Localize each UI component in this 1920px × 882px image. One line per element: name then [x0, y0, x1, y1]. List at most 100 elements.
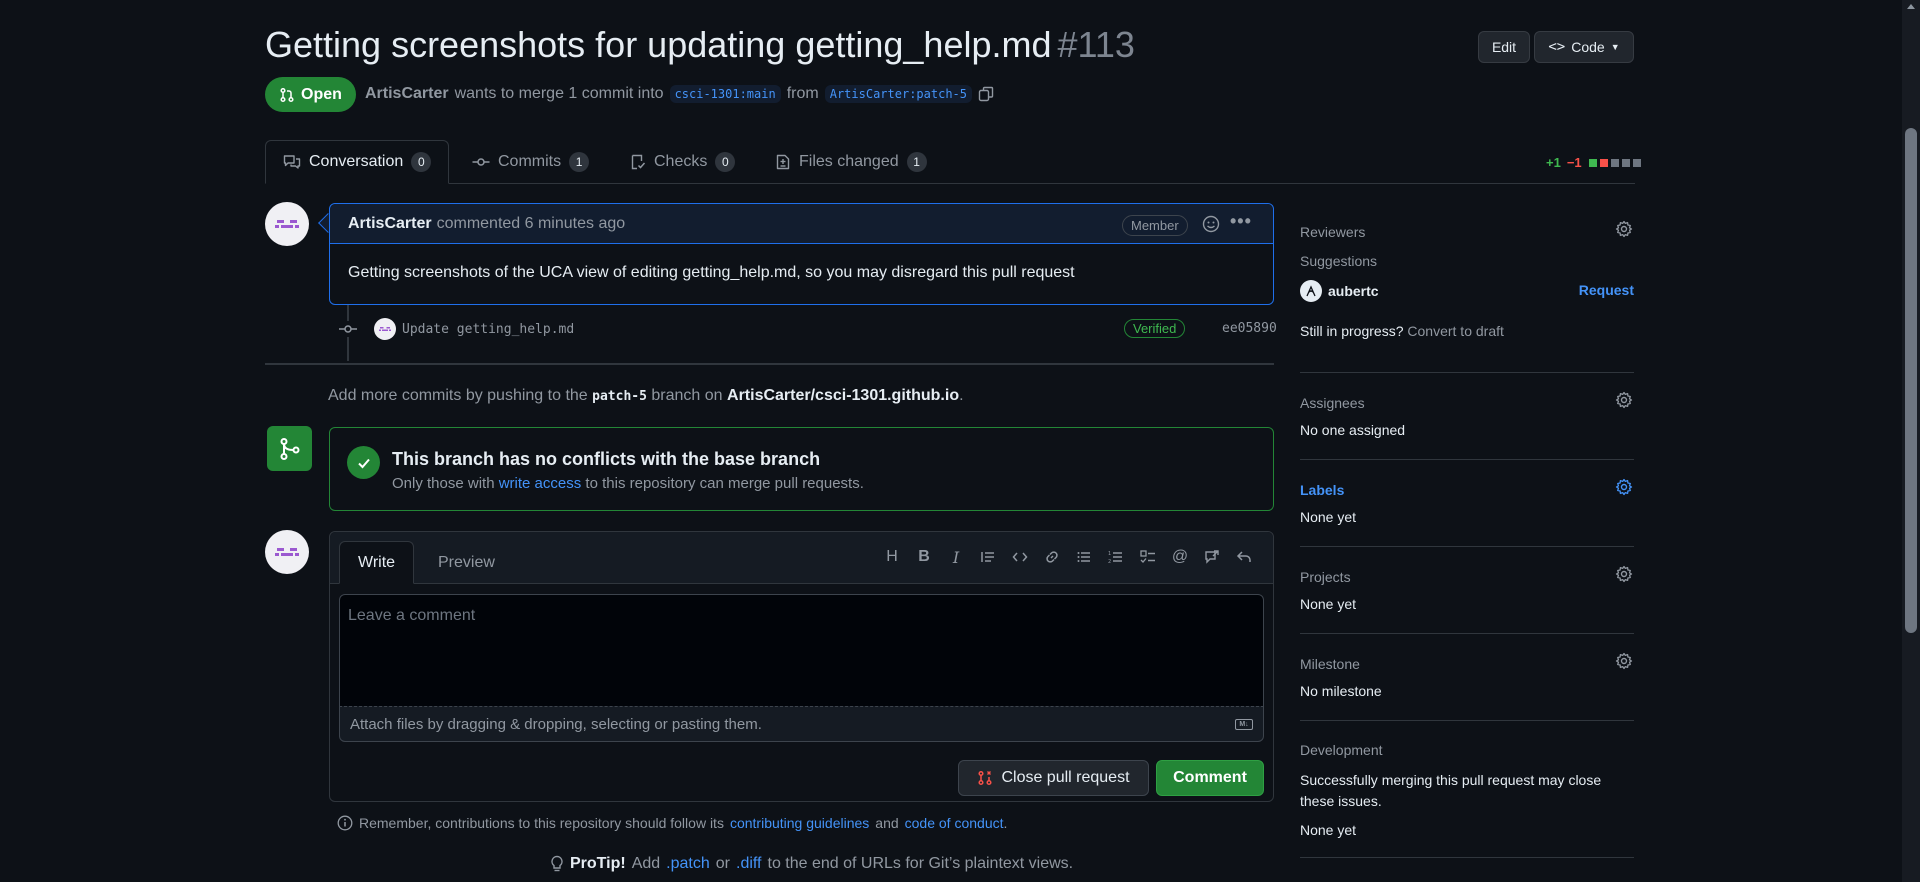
diffstat-block-deleted — [1599, 158, 1608, 167]
avatar[interactable] — [265, 202, 309, 246]
commit-sha-link[interactable]: ee05890 — [1222, 321, 1277, 336]
smiley-icon[interactable] — [1202, 215, 1220, 233]
comment-author[interactable]: ArtisCarter — [348, 215, 432, 233]
patch-link[interactable]: .patch — [666, 855, 710, 873]
merge-sub-prefix: Only those with — [392, 475, 495, 492]
scroll-up-arrow-icon[interactable] — [1907, 4, 1915, 9]
contribution-reminder: Remember, contributions to this reposito… — [337, 815, 1007, 831]
current-user-avatar[interactable] — [265, 530, 309, 574]
identicon-icon — [275, 220, 299, 228]
gear-icon[interactable] — [1615, 220, 1633, 238]
pr-title: Getting screenshots for updating getting… — [265, 24, 1135, 66]
protip-or: or — [715, 855, 730, 872]
tab-conversation[interactable]: Conversation 0 — [265, 140, 450, 184]
comment-timestamp[interactable]: commented 6 minutes ago — [437, 215, 626, 233]
comment-body: Getting screenshots of the UCA view of e… — [348, 264, 1075, 281]
unordered-list-icon[interactable] — [1073, 546, 1095, 568]
reply-icon[interactable] — [1233, 546, 1255, 568]
commit-avatar[interactable] — [374, 318, 396, 340]
merge-box: This branch has no conflicts with the ba… — [329, 427, 1274, 511]
kebab-horizontal-icon[interactable]: ••• — [1230, 211, 1252, 232]
markdown-icon[interactable]: M↓ — [1235, 719, 1253, 730]
merge-text: wants to merge 1 commit into — [454, 85, 664, 102]
push-info: Add more commits by pushing to the patch… — [328, 387, 964, 405]
gear-icon[interactable] — [1615, 565, 1633, 583]
protip: ProTip! Add .patch or .diff to the end o… — [550, 855, 1073, 873]
code-of-conduct-link[interactable]: code of conduct — [905, 815, 1004, 831]
gear-icon[interactable] — [1615, 391, 1633, 409]
gear-icon[interactable] — [1615, 652, 1633, 670]
pr-title-text: Getting screenshots for updating getting… — [265, 24, 1052, 65]
reviewers-title[interactable]: Reviewers — [1300, 224, 1634, 240]
milestone-title[interactable]: Milestone — [1300, 656, 1634, 672]
reviewer-name[interactable]: aubertc — [1328, 283, 1379, 299]
git-merge-icon — [280, 437, 299, 460]
gear-icon[interactable] — [1615, 478, 1633, 496]
diffstat-deletions: −1 — [1566, 155, 1582, 170]
tab-commits-label: Commits — [498, 153, 562, 170]
request-review-button[interactable]: Request — [1579, 282, 1634, 298]
merge-status-subtitle: Only those with write access to this rep… — [392, 475, 864, 492]
remember-prefix: Remember, contributions to this reposito… — [359, 815, 724, 831]
tab-commits[interactable]: Commits 1 — [472, 140, 590, 184]
git-pull-request-closed-icon — [978, 770, 993, 786]
code-icon[interactable] — [1009, 546, 1031, 568]
status-badge: Open — [265, 77, 356, 112]
convert-to-draft-link[interactable]: Convert to draft — [1407, 323, 1504, 339]
code-button-label: Code — [1571, 39, 1605, 55]
tab-write[interactable]: Write — [339, 541, 415, 584]
write-access-link[interactable]: write access — [499, 475, 582, 492]
link-icon[interactable] — [1041, 546, 1063, 568]
code-icon: <> — [1548, 39, 1566, 55]
diff-link[interactable]: .diff — [736, 855, 762, 873]
base-branch-tag[interactable]: csci-1301:main — [669, 85, 781, 103]
comment-button[interactable]: Comment — [1156, 760, 1264, 796]
sidebar-projects: Projects None yet — [1300, 565, 1634, 612]
projects-title[interactable]: Projects — [1300, 569, 1634, 585]
development-title[interactable]: Development — [1300, 742, 1634, 758]
tasklist-icon[interactable] — [1137, 546, 1159, 568]
tab-checks[interactable]: Checks 0 — [630, 140, 736, 184]
tab-files-changed[interactable]: Files changed 1 — [775, 140, 927, 184]
mention-icon[interactable]: @ — [1169, 546, 1191, 568]
edit-button-label: Edit — [1491, 39, 1517, 55]
tab-files-changed-count: 1 — [906, 152, 927, 172]
push-info-middle: branch on — [651, 387, 723, 404]
file-attachment-area[interactable]: Attach files by dragging & dropping, sel… — [339, 706, 1264, 742]
scrollbar-thumb[interactable] — [1905, 128, 1917, 633]
comment-input[interactable]: Leave a comment — [339, 594, 1264, 707]
edit-button[interactable]: Edit — [1478, 31, 1530, 63]
heading-icon[interactable]: H — [881, 546, 903, 568]
assignees-title[interactable]: Assignees — [1300, 395, 1634, 411]
ordered-list-icon[interactable]: 12 — [1105, 546, 1127, 568]
cross-reference-icon[interactable] — [1201, 546, 1223, 568]
pr-author-link[interactable]: ArtisCarter — [365, 85, 449, 103]
labels-title[interactable]: Labels — [1300, 482, 1634, 498]
verified-badge[interactable]: Verified — [1124, 319, 1186, 338]
code-button[interactable]: <> Code ▼ — [1534, 31, 1634, 63]
git-commit-icon — [338, 321, 358, 337]
sidebar-labels: Labels None yet — [1300, 478, 1634, 525]
page-scrollbar[interactable] — [1902, 0, 1920, 882]
head-branch-tag[interactable]: ArtisCarter:patch-5 — [824, 85, 972, 103]
italic-icon[interactable]: I — [945, 546, 967, 568]
commit-message-link[interactable]: Update getting_help.md — [402, 322, 574, 337]
projects-value: None yet — [1300, 596, 1357, 612]
push-info-repo[interactable]: ArtisCarter/csci-1301.github.io — [727, 387, 959, 404]
tabs-divider — [265, 183, 1635, 184]
close-pull-request-button[interactable]: Close pull request — [958, 760, 1149, 796]
editor-header: Write Preview H B I 12 @ — [330, 532, 1273, 584]
check-icon — [357, 458, 370, 468]
contributing-guidelines-link[interactable]: contributing guidelines — [730, 815, 869, 831]
sidebar-divider — [1300, 459, 1634, 460]
identicon-icon — [275, 548, 299, 556]
person-icon — [1306, 285, 1316, 297]
remember-and: and — [875, 815, 899, 831]
copy-icon[interactable] — [978, 86, 994, 102]
quote-icon[interactable] — [977, 546, 999, 568]
bold-icon[interactable]: B — [913, 546, 935, 568]
svg-text:1: 1 — [1108, 551, 1111, 557]
tab-preview[interactable]: Preview — [420, 541, 513, 584]
reviewer-avatar[interactable] — [1300, 280, 1322, 302]
diffstat-block-neutral — [1610, 158, 1619, 167]
